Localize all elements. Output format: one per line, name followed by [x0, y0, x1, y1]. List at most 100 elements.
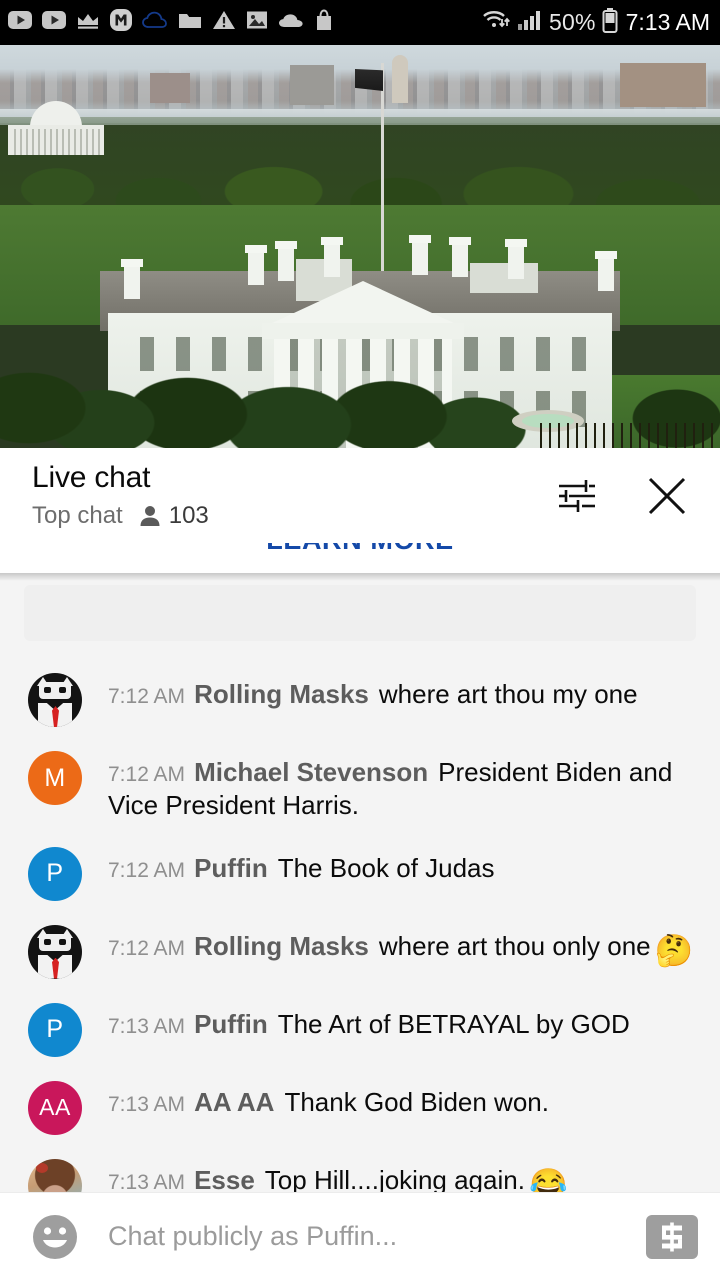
chat-message[interactable]: 7:13 AM Esse Top Hill....joking again. 😂 — [0, 1147, 720, 1192]
cloud-outline-icon — [142, 11, 168, 34]
chat-message-text: 7:13 AM AA AA Thank God Biden won. — [108, 1081, 549, 1119]
chat-message[interactable]: P 7:12 AM Puffin The Book of Judas — [0, 835, 720, 913]
mobizen-m-icon — [110, 9, 132, 36]
iron-fence — [540, 423, 720, 448]
youtube-play-icon — [42, 11, 66, 34]
city-building — [290, 65, 334, 105]
roof-structure — [470, 263, 538, 293]
message-timestamp: 7:12 AM — [108, 936, 186, 960]
jefferson-memorial — [8, 101, 104, 155]
promo-banner[interactable]: LEARN MORE — [0, 543, 720, 647]
close-x-icon[interactable] — [644, 473, 690, 519]
city-building — [150, 73, 190, 103]
avatar[interactable]: AA — [28, 1080, 82, 1135]
live-chat-message-list[interactable]: LEARN MORE 7:12 AM Rolling Masks where art… — [0, 543, 720, 1192]
status-bar-notification-icons — [8, 9, 481, 36]
flag — [355, 69, 383, 91]
message-body: where art thou my one — [378, 679, 638, 709]
header-shadow — [0, 573, 720, 581]
message-author[interactable]: AA AA — [194, 1087, 274, 1117]
emoji-smiley-icon[interactable] — [28, 1210, 82, 1264]
tune-sliders-icon[interactable] — [554, 473, 600, 519]
chimney — [275, 241, 297, 281]
chat-message-text: 7:12 AM Puffin The Book of Judas — [108, 847, 495, 885]
chimney — [245, 245, 267, 285]
chat-message[interactable]: 7:12 AM Rolling Masks where art thou my on… — [0, 661, 720, 739]
avatar[interactable] — [28, 673, 82, 727]
chimney — [449, 237, 471, 277]
battery-percent-label: 50% — [548, 9, 596, 35]
chimney — [409, 235, 431, 275]
avatar[interactable] — [28, 924, 82, 979]
chat-message-text: 7:13 AM Esse Top Hill....joking again. 😂 — [108, 1159, 568, 1192]
avatar[interactable]: P — [28, 846, 82, 901]
message-emoji: 🤔 — [654, 932, 694, 968]
chimney — [321, 237, 343, 277]
message-body: The Art of BETRAYAL by GOD — [277, 1008, 630, 1039]
chat-composer — [0, 1192, 720, 1280]
message-timestamp: 7:13 AM — [108, 1170, 186, 1192]
chimney — [121, 259, 143, 299]
crown-icon — [76, 11, 100, 35]
cloud-filled-icon — [278, 13, 304, 33]
youtube-icon — [8, 11, 32, 34]
chat-message[interactable]: AA 7:13 AM AA AA Thank God Biden won. — [0, 1069, 720, 1147]
chat-input[interactable] — [108, 1221, 646, 1252]
message-timestamp: 7:13 AM — [108, 1014, 186, 1038]
folder-icon — [178, 11, 202, 35]
shopping-bag-icon — [314, 9, 334, 36]
person-icon — [139, 504, 161, 528]
super-chat-dollar-icon[interactable] — [646, 1214, 698, 1259]
wifi-icon — [481, 8, 511, 37]
video-player[interactable] — [0, 45, 720, 448]
live-chat-header-actions — [554, 473, 698, 519]
avatar-initials: P — [46, 859, 64, 888]
image-icon — [246, 10, 268, 35]
chat-message-text: 7:13 AM Puffin The Art of BETRAYAL by GOD — [108, 1003, 630, 1041]
youtube-live-chat-screen: 50% 7:13 AM Live chat Top chat 103 7:12 … — [0, 0, 720, 1280]
message-author[interactable]: Puffin — [194, 1009, 268, 1039]
clock-label: 7:13 AM — [625, 9, 710, 35]
warning-triangle-icon — [212, 10, 236, 35]
message-author[interactable]: Rolling Masks — [194, 679, 369, 709]
message-emoji: 😂 — [528, 1166, 568, 1192]
chimney — [595, 251, 617, 291]
avatar[interactable]: P — [28, 1002, 82, 1057]
message-author[interactable]: Rolling Masks — [194, 931, 369, 961]
viewer-count-label: 103 — [168, 502, 209, 530]
chat-message-text: 7:12 AM Rolling Masks where art thou my on… — [108, 673, 638, 711]
message-body: Top Hill....joking again. — [264, 1164, 525, 1192]
messages-container: 7:12 AM Rolling Masks where art thou my on… — [0, 647, 720, 1192]
promo-banner-clip: LEARN MORE — [0, 543, 720, 573]
message-timestamp: 7:13 AM — [108, 1092, 186, 1116]
status-bar: 50% 7:13 AM — [0, 0, 720, 45]
chimney — [505, 239, 527, 279]
message-author[interactable]: Puffin — [194, 853, 268, 883]
message-body: where art thou only one — [378, 930, 651, 961]
message-timestamp: 7:12 AM — [108, 763, 186, 786]
chat-message-text: 7:12 AM Rolling Masks where art thou only … — [108, 925, 693, 971]
chat-message[interactable]: 7:12 AM Rolling Masks where art thou only … — [0, 913, 720, 991]
message-author[interactable]: Michael Stevenson — [194, 757, 428, 787]
avatar-initials: M — [44, 763, 66, 792]
learn-more-link[interactable]: LEARN MORE — [0, 543, 720, 556]
live-chat-header: Live chat Top chat 103 — [0, 448, 720, 543]
status-bar-system-icons: 50% 7:13 AM — [481, 7, 710, 38]
chat-message[interactable]: M 7:12 AM Michael Stevenson President Bide… — [0, 739, 720, 835]
chat-mode-label[interactable]: Top chat — [32, 502, 123, 530]
avatar[interactable] — [28, 1158, 82, 1192]
message-timestamp: 7:12 AM — [108, 858, 186, 882]
chat-message[interactable]: P 7:13 AM Puffin The Art of BETRAYAL by GO… — [0, 991, 720, 1069]
message-author[interactable]: Esse — [194, 1165, 255, 1192]
city-building — [620, 63, 706, 107]
avatar[interactable]: M — [28, 751, 82, 805]
avatar-initials: P — [46, 1015, 64, 1044]
chat-message-text: 7:12 AM Michael Stevenson President Biden … — [108, 751, 698, 823]
message-body: The Book of Judas — [277, 852, 495, 883]
promo-placeholder-card — [24, 585, 696, 641]
page-title: Live chat — [32, 460, 151, 494]
battery-icon — [602, 7, 618, 38]
message-timestamp: 7:12 AM — [108, 685, 186, 708]
monument-tower — [392, 55, 408, 103]
avatar-initials: AA — [39, 1094, 71, 1121]
